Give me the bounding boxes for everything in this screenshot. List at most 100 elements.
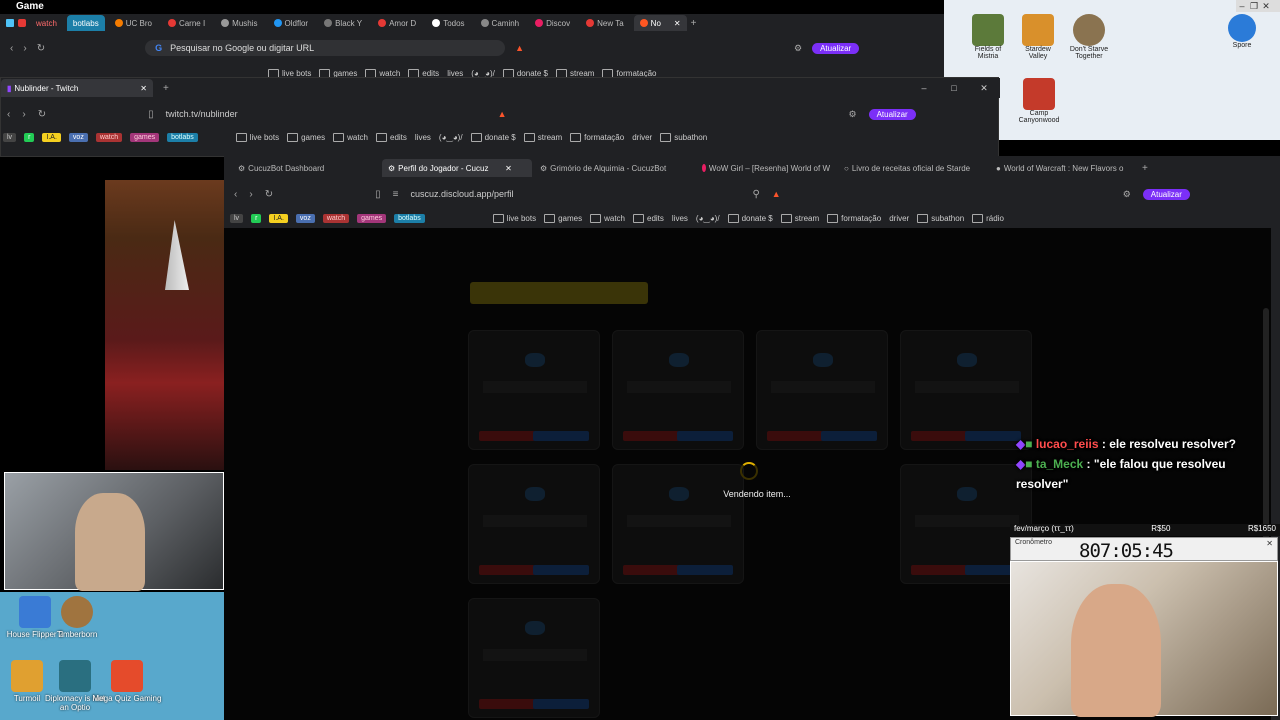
brave-shield-icon[interactable]: ▲ bbox=[515, 43, 524, 53]
back-icon[interactable]: ‹ bbox=[10, 43, 13, 54]
forward-icon[interactable]: › bbox=[22, 109, 25, 120]
bookmark[interactable]: edits bbox=[376, 133, 407, 142]
browser3-tab[interactable]: ○ Livro de receitas oficial de Starde bbox=[838, 160, 988, 176]
minimize-icon[interactable]: – bbox=[1236, 0, 1248, 12]
bookmark[interactable]: donate $ bbox=[471, 133, 516, 142]
desktop-icon-dont-starve[interactable]: Don't Starve Together bbox=[1066, 14, 1112, 60]
browser2-update-button[interactable]: Atualizar bbox=[868, 108, 916, 120]
back-icon[interactable]: ‹ bbox=[234, 189, 237, 200]
browser1-update-button[interactable]: Atualizar bbox=[812, 42, 860, 54]
bookmark[interactable]: subathon bbox=[917, 214, 964, 223]
browser1-tab[interactable]: Carne I bbox=[162, 15, 211, 31]
bookmark-page-icon[interactable]: ▯ bbox=[148, 109, 154, 120]
browser1-tab[interactable]: Mushis bbox=[215, 15, 263, 31]
brave-shield-icon[interactable]: ▲ bbox=[498, 109, 507, 119]
bookmark[interactable]: subathon bbox=[660, 133, 707, 142]
bookmark[interactable]: edits bbox=[633, 214, 664, 223]
browser1-tab[interactable]: botlabs bbox=[66, 15, 105, 31]
bookmark[interactable]: formatação bbox=[570, 133, 624, 142]
bookmark-tag[interactable]: watch bbox=[95, 132, 123, 142]
browser1-tab[interactable]: Black Y bbox=[318, 15, 368, 31]
bookmark-tag[interactable]: games bbox=[357, 213, 387, 223]
bookmark[interactable]: live bots bbox=[493, 214, 536, 223]
bookmark-tag[interactable]: voz bbox=[295, 213, 315, 223]
browser1-tab[interactable]: Amor D bbox=[372, 15, 422, 31]
bookmark[interactable]: rádio bbox=[972, 214, 1004, 223]
bookmark[interactable]: lives bbox=[672, 214, 688, 223]
bookmark[interactable]: driver bbox=[632, 133, 652, 142]
site-info-icon[interactable]: ≡ bbox=[393, 189, 399, 200]
bookmark-tag[interactable]: lv bbox=[3, 132, 17, 142]
bookmark-tag[interactable]: botlabs bbox=[394, 213, 425, 223]
browser1-tab[interactable]: watch bbox=[30, 15, 63, 31]
forward-icon[interactable]: › bbox=[23, 43, 26, 54]
browser3-tab-active[interactable]: ⚙ Perfil do Jogador - Cucuz ✕ bbox=[382, 159, 532, 177]
restore-icon[interactable]: ❐ bbox=[1248, 0, 1260, 12]
bookmark-tag[interactable]: botlabs bbox=[167, 132, 198, 142]
browser1-tab[interactable]: Oldflor bbox=[268, 15, 315, 31]
browser1-address-bar[interactable]: G Pesquisar no Google ou digitar URL bbox=[145, 40, 506, 56]
extensions-icon[interactable]: ⚙ bbox=[794, 43, 802, 54]
maximize-icon[interactable]: □ bbox=[948, 82, 960, 94]
chat-username[interactable]: lucao_reiis bbox=[1036, 437, 1099, 451]
bookmark[interactable]: formatação bbox=[827, 214, 881, 223]
new-tab-icon[interactable]: + bbox=[1142, 163, 1148, 174]
bookmark[interactable]: (◕‿◕)/ bbox=[696, 214, 720, 223]
browser2-address-bar[interactable]: twitch.tv/nublinder bbox=[166, 109, 486, 119]
reload-icon[interactable]: ↻ bbox=[37, 43, 45, 54]
minimize-icon[interactable]: – bbox=[918, 82, 930, 94]
bookmark-tag[interactable]: watch bbox=[322, 213, 350, 223]
bookmark-tag[interactable]: I.A. bbox=[42, 132, 61, 142]
brave-shield-icon[interactable]: ▲ bbox=[772, 189, 781, 199]
forward-icon[interactable]: › bbox=[249, 189, 252, 200]
browser3-tab[interactable]: ⚙ Grimório de Alquimia - CucuzBot bbox=[534, 160, 694, 176]
browser3-update-button[interactable]: Atualizar bbox=[1142, 188, 1190, 200]
new-tab-icon[interactable]: + bbox=[163, 83, 169, 94]
bookmark[interactable]: driver bbox=[889, 214, 909, 223]
bookmark[interactable]: (◕‿◕)/ bbox=[439, 133, 463, 142]
new-tab-icon[interactable]: + bbox=[691, 18, 697, 29]
close-icon[interactable]: ✕ bbox=[1260, 0, 1272, 12]
browser1-tab[interactable]: Discov bbox=[529, 15, 576, 31]
browser3-tab[interactable]: ⚙ CucuzBot Dashboard bbox=[232, 160, 380, 176]
bookmark-tag[interactable]: lv bbox=[230, 213, 244, 223]
bookmark-tag[interactable]: r bbox=[251, 213, 262, 223]
browser3-address-bar[interactable]: cuscuz.discloud.app/perfil bbox=[410, 189, 740, 199]
profile-sell-tab[interactable] bbox=[470, 282, 648, 304]
close-tab-icon[interactable]: ✕ bbox=[674, 19, 681, 28]
browser1-tab[interactable]: UC Bro bbox=[109, 15, 158, 31]
chat-username[interactable]: ta_Meck bbox=[1036, 457, 1083, 471]
bookmark[interactable]: donate $ bbox=[728, 214, 773, 223]
desktop-icon-timberborn[interactable]: Timberborn bbox=[42, 596, 112, 639]
extensions-icon[interactable]: ⚙ bbox=[849, 109, 857, 120]
bookmark[interactable]: watch bbox=[333, 133, 368, 142]
desktop-icon-spore[interactable]: Spore bbox=[1222, 14, 1262, 49]
bookmark-tag[interactable]: r bbox=[24, 132, 35, 142]
bookmark[interactable]: games bbox=[544, 214, 582, 223]
back-icon[interactable]: ‹ bbox=[7, 109, 10, 120]
bookmark[interactable]: watch bbox=[590, 214, 625, 223]
browser3-tab[interactable]: ● World of Warcraft : New Flavors o bbox=[990, 160, 1140, 176]
reload-icon[interactable]: ↻ bbox=[38, 109, 46, 120]
browser3-tab[interactable]: WoW Girl – [Resenha] World of W bbox=[696, 160, 836, 176]
desktop-icon-stardew-valley[interactable]: Stardew Valley bbox=[1018, 14, 1058, 60]
extensions-icon[interactable]: ⚙ bbox=[1123, 189, 1131, 200]
bookmark[interactable]: stream bbox=[524, 133, 562, 142]
timer-close-icon[interactable]: ✕ bbox=[1266, 539, 1273, 548]
browser1-tab[interactable]: Todos bbox=[426, 15, 470, 31]
close-icon[interactable]: ✕ bbox=[978, 82, 990, 94]
bookmark[interactable]: lives bbox=[415, 133, 431, 142]
reload-icon[interactable]: ↻ bbox=[265, 189, 273, 200]
bookmark-tag[interactable]: games bbox=[130, 132, 160, 142]
bookmark[interactable]: games bbox=[287, 133, 325, 142]
bookmark-tag[interactable]: I.A. bbox=[269, 213, 288, 223]
search-icon[interactable]: ⚲ bbox=[752, 189, 759, 200]
desktop-icon-mega-quiz[interactable]: Mega Quiz Gaming bbox=[92, 660, 162, 703]
bookmark-page-icon[interactable]: ▯ bbox=[375, 189, 381, 200]
bookmark-tag[interactable]: voz bbox=[68, 132, 88, 142]
browser1-tab[interactable]: New Ta bbox=[580, 15, 630, 31]
browser1-tab[interactable]: Caminh bbox=[475, 15, 526, 31]
close-tab-icon[interactable]: ✕ bbox=[505, 164, 512, 173]
browser1-tab-active[interactable]: No ✕ bbox=[633, 15, 687, 31]
bookmark[interactable]: stream bbox=[781, 214, 819, 223]
